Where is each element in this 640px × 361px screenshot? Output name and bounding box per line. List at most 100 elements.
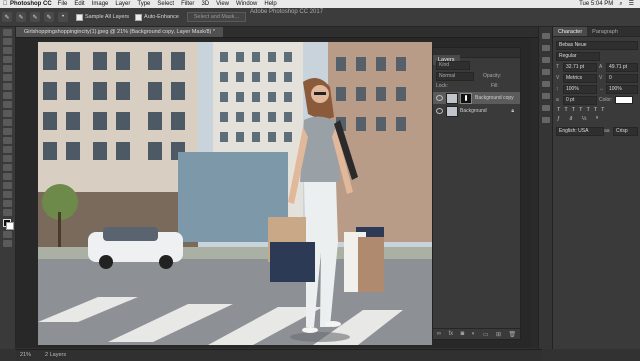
brush-tool-icon[interactable]: [3, 92, 12, 99]
baseline-shift-field[interactable]: 0 pt: [563, 96, 597, 105]
new-selection-icon[interactable]: ✎: [16, 12, 26, 22]
horizontal-scale-field[interactable]: 100%: [606, 85, 638, 94]
history-brush-tool-icon[interactable]: [3, 110, 12, 117]
menu-file[interactable]: File: [58, 0, 68, 8]
quick-select-tool-icon[interactable]: [3, 56, 12, 63]
layers-panel-header: Layers: [433, 48, 520, 65]
layer-name[interactable]: Background copy: [475, 95, 514, 101]
link-icon[interactable]: ∞: [437, 331, 441, 337]
blend-mode-select[interactable]: Normal: [436, 72, 474, 81]
tracking-icon: V: [599, 75, 603, 81]
properties-panel-icon[interactable]: [542, 45, 550, 51]
pen-tool-icon[interactable]: [3, 155, 12, 162]
quick-select-tool-icon[interactable]: ✎: [2, 12, 12, 22]
auto-enhance-checkbox[interactable]: [135, 13, 143, 21]
path-select-tool-icon[interactable]: [3, 173, 12, 180]
fx-icon[interactable]: fx: [449, 331, 454, 337]
crop-tool-icon[interactable]: [3, 65, 12, 72]
color-swatches[interactable]: [3, 219, 14, 230]
status-items: Tue 5:04 PM ⌕ ☰: [579, 0, 634, 8]
font-size-field[interactable]: 32.71 pt: [563, 63, 597, 72]
mask-icon[interactable]: ◙: [461, 331, 465, 337]
character-panel-icon[interactable]: [542, 105, 550, 111]
shape-tool-icon[interactable]: [3, 182, 12, 189]
screen-mode-icon[interactable]: [3, 240, 12, 247]
eyedropper-tool-icon[interactable]: [3, 74, 12, 81]
dodge-tool-icon[interactable]: [3, 146, 12, 153]
clone-stamp-tool-icon[interactable]: [3, 101, 12, 108]
fill-label: Fill:: [491, 83, 499, 89]
layer-row-background-copy[interactable]: Background copy: [433, 92, 520, 104]
menu-3d[interactable]: 3D: [201, 0, 209, 8]
trash-icon[interactable]: 🗑︎: [509, 331, 517, 338]
document-info[interactable]: 2 Layers: [45, 350, 66, 361]
document-canvas[interactable]: [38, 42, 432, 345]
menu-window[interactable]: Window: [236, 0, 257, 8]
history-panel-icon[interactable]: [542, 33, 550, 39]
menu-type[interactable]: Type: [137, 0, 150, 8]
subtract-selection-icon[interactable]: ✎: [44, 12, 54, 22]
more-tools-icon[interactable]: [3, 209, 12, 216]
new-layer-icon[interactable]: ⊞: [496, 331, 501, 338]
tracking-field[interactable]: 0: [606, 74, 638, 83]
app-menu[interactable]: Photoshop CC: [10, 0, 52, 8]
menu-list-icon[interactable]: ☰: [629, 0, 634, 8]
marquee-tool-icon[interactable]: [3, 38, 12, 45]
vertical-scrollbar[interactable]: [531, 38, 538, 348]
opentype-buttons[interactable]: ƒ ∂ ½ ª: [557, 116, 602, 122]
adjustments-panel-icon[interactable]: [542, 81, 550, 87]
zoom-level[interactable]: 21%: [20, 350, 31, 361]
color-panel-icon[interactable]: [542, 57, 550, 63]
vertical-scale-field[interactable]: 100%: [563, 85, 597, 94]
font-family-select[interactable]: Bebas Neue: [556, 41, 638, 50]
visibility-eye-icon[interactable]: [436, 95, 443, 101]
layer-mask-thumbnail[interactable]: [460, 92, 472, 104]
search-icon[interactable]: ⌕: [619, 0, 622, 8]
tab-character[interactable]: Character: [553, 27, 588, 36]
sample-all-layers-checkbox[interactable]: [76, 13, 83, 21]
layer-row-background[interactable]: Background 🔒︎: [433, 105, 520, 117]
eraser-tool-icon[interactable]: [3, 119, 12, 126]
healing-tool-icon[interactable]: [3, 83, 12, 90]
folder-icon[interactable]: ▭: [483, 331, 489, 338]
document-tab[interactable]: Girlshoppingshoppingincity(1).jpeg @ 21%…: [16, 27, 224, 37]
layer-filter-kind[interactable]: Kind: [436, 61, 470, 70]
move-tool-icon[interactable]: [3, 29, 12, 36]
zoom-tool-icon[interactable]: [3, 200, 12, 207]
menu-image[interactable]: Image: [92, 0, 109, 8]
brush-size-icon[interactable]: •: [58, 12, 68, 22]
type-tool-icon[interactable]: [3, 164, 12, 171]
swatches-panel-icon[interactable]: [542, 69, 550, 75]
layer-name[interactable]: Background: [460, 108, 487, 114]
apple-menu-icon[interactable]: : [0, 0, 10, 8]
antialias-select[interactable]: Crisp: [613, 127, 638, 136]
menu-select[interactable]: Select: [157, 0, 174, 8]
menu-layer[interactable]: Layer: [115, 0, 130, 8]
text-format-buttons[interactable]: TTTTTTT: [557, 107, 609, 113]
hand-tool-icon[interactable]: [3, 191, 12, 198]
visibility-eye-icon[interactable]: [436, 108, 443, 114]
gradient-tool-icon[interactable]: [3, 128, 12, 135]
language-select[interactable]: English: USA: [556, 127, 604, 136]
panel-dock: [538, 27, 553, 349]
menu-view[interactable]: View: [216, 0, 229, 8]
layer-thumbnail: [446, 92, 458, 104]
clock: Tue 5:04 PM: [579, 1, 614, 7]
quick-mask-icon[interactable]: [3, 231, 12, 238]
kerning-field[interactable]: Metrics: [563, 74, 597, 83]
paragraph-panel-icon[interactable]: [542, 117, 550, 123]
menu-edit[interactable]: Edit: [74, 0, 84, 8]
blur-tool-icon[interactable]: [3, 137, 12, 144]
layers-panel-icon[interactable]: [542, 93, 550, 99]
tab-paragraph[interactable]: Paragraph: [587, 27, 623, 36]
select-and-mask-button[interactable]: Select and Mask...: [186, 12, 247, 22]
adjustment-icon[interactable]: ◐: [472, 331, 476, 337]
add-selection-icon[interactable]: ✎: [30, 12, 40, 22]
text-color-swatch[interactable]: [615, 96, 633, 104]
lasso-tool-icon[interactable]: [3, 47, 12, 54]
background-color-swatch[interactable]: [6, 222, 14, 230]
menu-help[interactable]: Help: [264, 0, 276, 8]
leading-field[interactable]: 49.71 pt: [606, 63, 638, 72]
font-style-select[interactable]: Regular: [556, 52, 600, 61]
menu-filter[interactable]: Filter: [181, 0, 194, 8]
